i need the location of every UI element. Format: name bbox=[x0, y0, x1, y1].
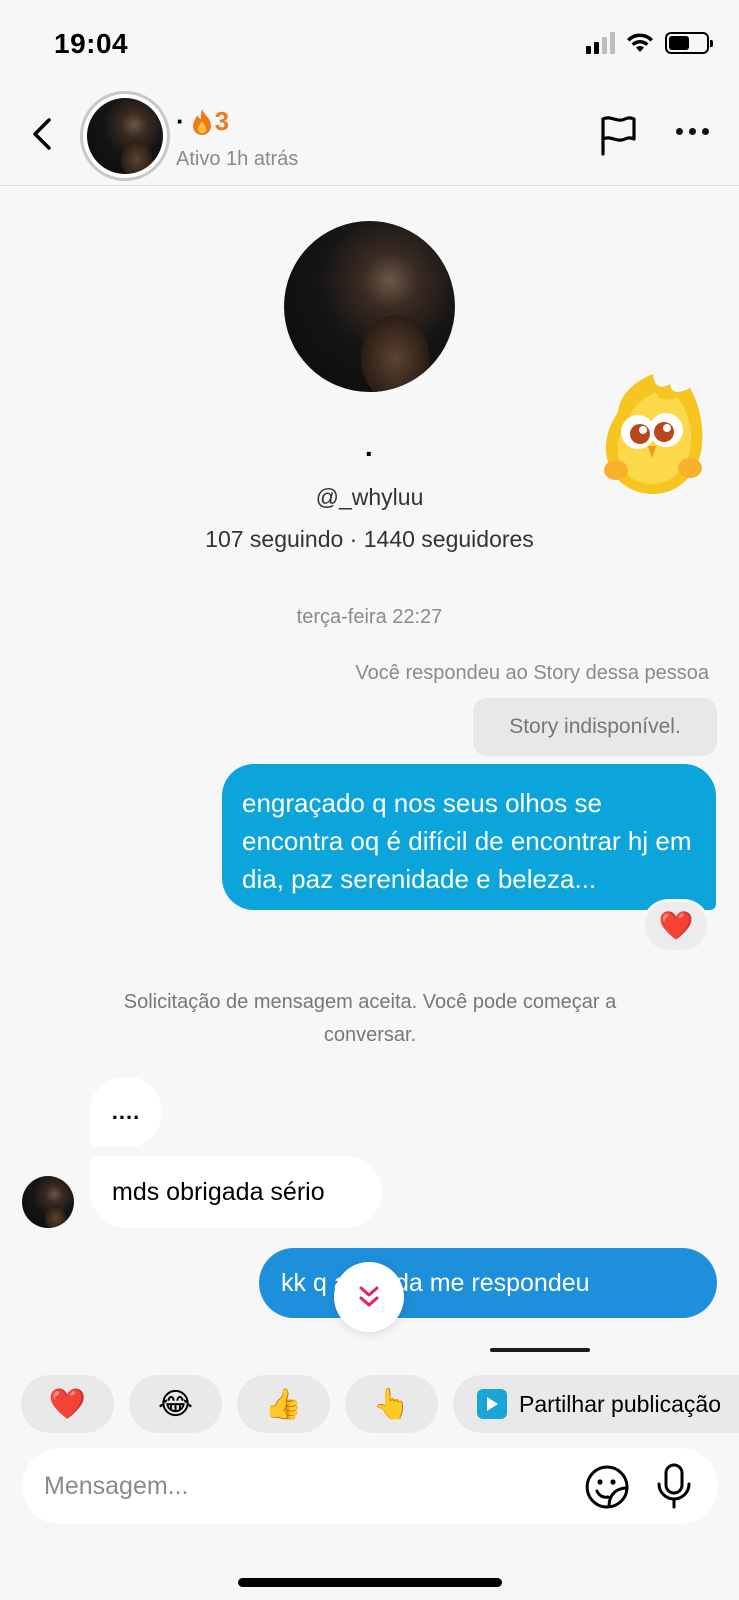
outgoing-message[interactable]: kk q a, ainda me respondeu bbox=[259, 1248, 717, 1318]
story-reply-note: Você respondeu ao Story dessa pessoa bbox=[355, 662, 709, 684]
story-unavailable-placeholder: Story indisponível. bbox=[473, 698, 717, 756]
status-bar: 19:04 bbox=[0, 0, 739, 90]
header-name-text: · bbox=[176, 106, 185, 136]
date-separator: terça-feira 22:27 bbox=[296, 606, 443, 628]
status-icons bbox=[586, 32, 713, 54]
back-arrow-icon bbox=[33, 118, 51, 150]
streak-badge: 3 bbox=[191, 106, 229, 137]
quick-reactions-bar: ❤️ 😂 👍 👆 Partilhar publicação bbox=[21, 1375, 739, 1433]
sender-avatar[interactable] bbox=[22, 1176, 74, 1228]
double-chevron-down-icon bbox=[359, 1286, 379, 1307]
header-username[interactable]: · 3 bbox=[176, 106, 229, 137]
fire-icon bbox=[192, 108, 211, 135]
profile-avatar[interactable] bbox=[284, 221, 455, 392]
voice-message-button[interactable] bbox=[652, 1462, 696, 1510]
flag-icon bbox=[601, 116, 636, 156]
microphone-icon bbox=[657, 1463, 691, 1509]
active-status: Ativo 1h atrás bbox=[176, 148, 299, 170]
message-composer bbox=[22, 1448, 718, 1524]
message-reaction[interactable]: ❤️ bbox=[642, 899, 710, 953]
avatar-image bbox=[87, 98, 163, 174]
wifi-icon bbox=[627, 33, 653, 52]
header-avatar[interactable] bbox=[80, 91, 170, 181]
status-time: 19:04 bbox=[54, 28, 129, 59]
profile-stats: 107 seguindo · 1440 seguidores bbox=[205, 526, 534, 552]
sticker-button[interactable] bbox=[584, 1464, 630, 1510]
request-accepted-note: Solicitação de mensagem aceita. Você pod… bbox=[123, 991, 617, 1046]
quick-reaction-laugh[interactable]: 😂 bbox=[129, 1375, 222, 1433]
quick-reaction-heart[interactable]: ❤️ bbox=[21, 1375, 114, 1433]
more-options-button[interactable] bbox=[676, 128, 709, 135]
flame-mascot-sticker bbox=[604, 374, 703, 494]
home-indicator bbox=[238, 1578, 502, 1587]
signal-icon bbox=[586, 32, 615, 54]
quick-reaction-thumbs-up[interactable]: 👍 bbox=[237, 1375, 330, 1433]
partial-media-preview bbox=[490, 1348, 590, 1352]
share-post-label: Partilhar publicação bbox=[519, 1390, 722, 1417]
report-flag-button[interactable] bbox=[597, 114, 639, 156]
heart-reaction-icon: ❤️ bbox=[658, 910, 694, 941]
chat-header: · 3 Ativo 1h atrás bbox=[0, 88, 739, 186]
scroll-to-bottom-button[interactable] bbox=[334, 1262, 404, 1332]
play-icon bbox=[477, 1389, 507, 1419]
incoming-message[interactable]: mds obrigada sério bbox=[90, 1156, 382, 1228]
message-input[interactable] bbox=[44, 1468, 524, 1504]
streak-count: 3 bbox=[214, 106, 230, 136]
incoming-message[interactable]: .... bbox=[90, 1077, 162, 1147]
quick-reaction-point-up[interactable]: 👆 bbox=[345, 1375, 438, 1433]
outgoing-message[interactable]: engraçado q nos seus olhos se encontra o… bbox=[222, 764, 716, 910]
battery-icon bbox=[665, 32, 713, 54]
more-dots-icon bbox=[676, 128, 683, 135]
share-post-button[interactable]: Partilhar publicação bbox=[453, 1375, 739, 1433]
sticker-icon bbox=[585, 1465, 629, 1509]
back-button[interactable] bbox=[22, 114, 62, 154]
